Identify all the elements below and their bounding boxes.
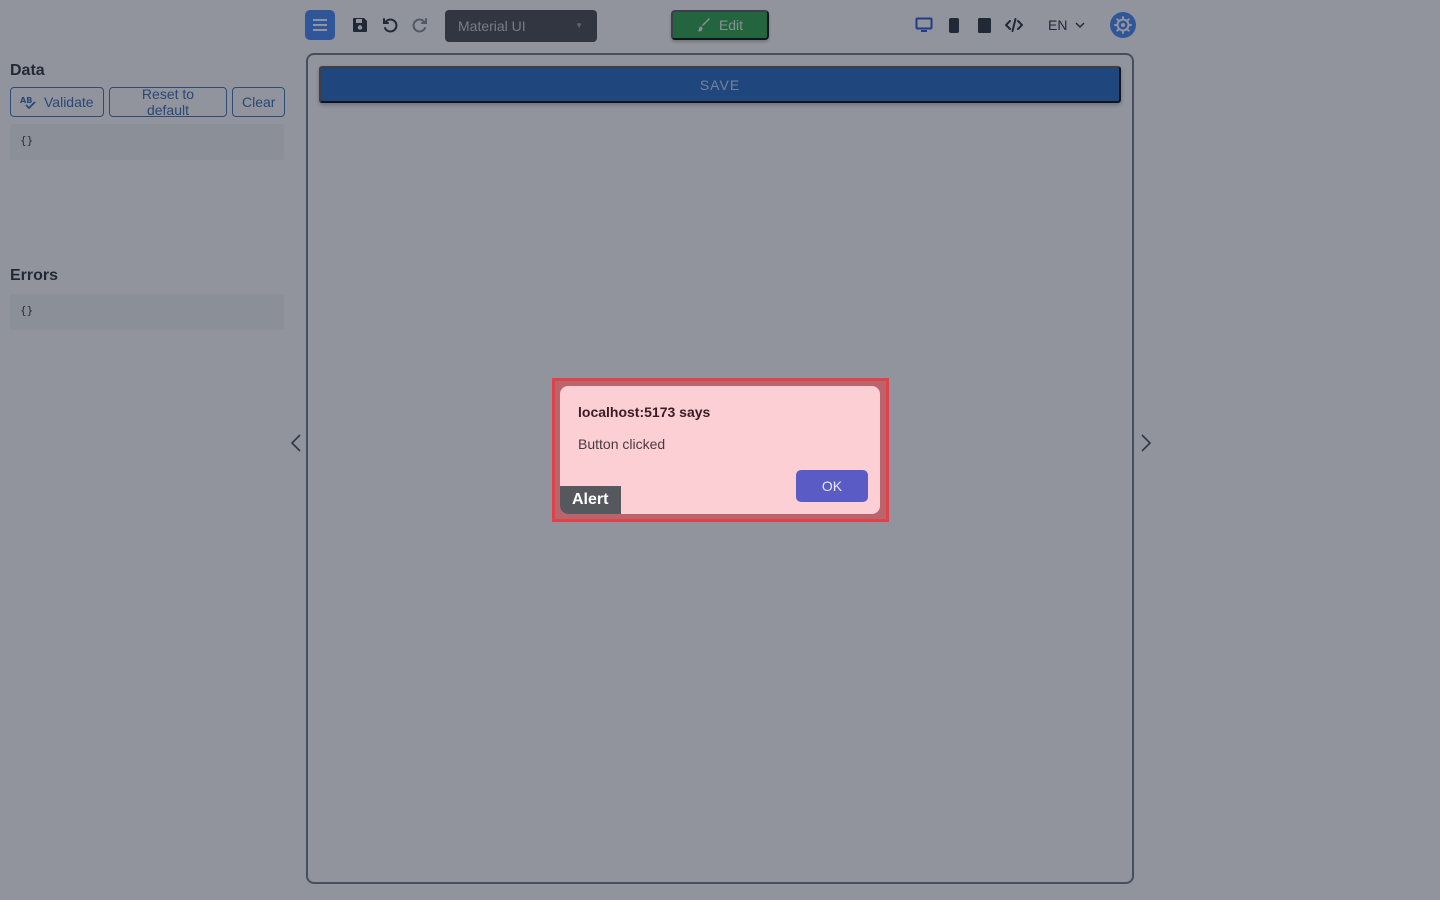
app-root: Material UI ▼ Edit bbox=[0, 0, 1440, 900]
dialog-title: localhost:5173 says bbox=[578, 404, 711, 420]
ok-button[interactable]: OK bbox=[796, 470, 868, 502]
alert-tag: Alert bbox=[560, 486, 621, 514]
dialog-message: Button clicked bbox=[578, 436, 666, 452]
